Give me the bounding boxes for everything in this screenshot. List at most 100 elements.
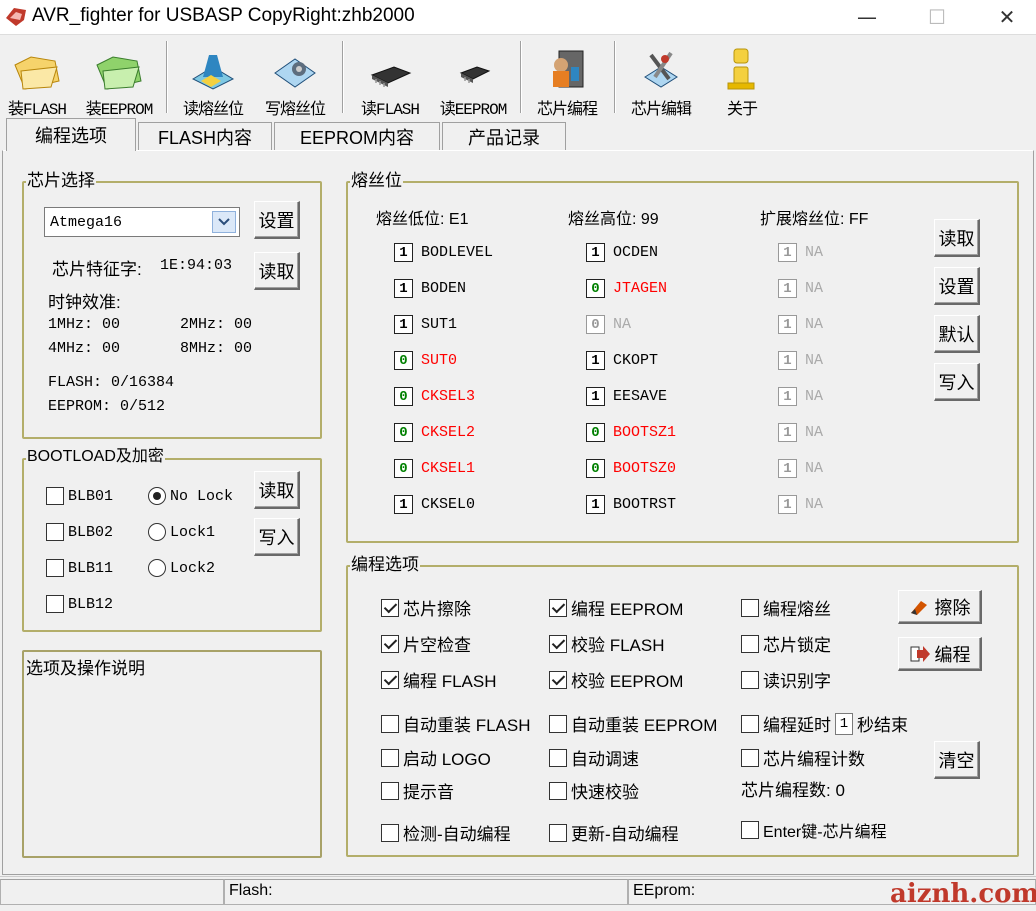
fuse-bit-value[interactable]: 1 [586, 387, 605, 406]
lock1-radio[interactable]: Lock1 [148, 523, 215, 541]
fuse-bit-value[interactable]: 1 [394, 495, 413, 514]
beep-checkbox[interactable]: 提示音 [381, 778, 454, 803]
fuse-bit-ext-0[interactable]: 1 NA [778, 243, 823, 262]
fuse-bit-ext-4[interactable]: 1 NA [778, 387, 823, 406]
fuse-bit-low-5[interactable]: 0 CKSEL2 [394, 423, 475, 442]
fuse-bit-value[interactable]: 1 [778, 495, 797, 514]
checkbox[interactable] [381, 598, 399, 617]
chip-read-button[interactable]: 读取 [254, 252, 300, 290]
lock-write-button[interactable]: 写入 [254, 518, 300, 556]
lock-read-button[interactable]: 读取 [254, 471, 300, 509]
fuse-bit-value[interactable]: 0 [394, 351, 413, 370]
no-lock-radio[interactable]: No Lock [148, 487, 233, 505]
blb01-checkbox[interactable]: BLB01 [46, 487, 113, 505]
fuse-read-button[interactable]: 读取 [934, 219, 980, 257]
enter-key-program-checkbox[interactable]: Enter键-芯片编程 [741, 818, 887, 842]
blb12-checkbox[interactable]: BLB12 [46, 595, 113, 613]
fuse-bit-ext-7[interactable]: 1 NA [778, 495, 823, 514]
load-eeprom-button[interactable]: 装EEPROM [78, 43, 160, 119]
minimize-button[interactable]: — [832, 0, 902, 34]
fuse-bit-low-6[interactable]: 0 CKSEL1 [394, 459, 475, 478]
fuse-bit-high-3[interactable]: 1 CKOPT [586, 351, 658, 370]
fuse-bit-value[interactable]: 1 [778, 351, 797, 370]
maximize-button[interactable]: ☐ [902, 0, 972, 34]
fuse-bit-value[interactable]: 1 [778, 279, 797, 298]
fuse-bit-high-2[interactable]: 0 NA [586, 315, 631, 334]
tab-program-options[interactable]: 编程选项 [6, 118, 136, 151]
update-auto-program-checkbox[interactable]: 更新-自动编程 [549, 820, 679, 845]
fuse-bit-value[interactable]: 1 [778, 315, 797, 334]
option-checkbox-col3-2[interactable]: 读识别字 [741, 667, 831, 692]
program-count-checkbox[interactable]: 芯片编程计数 [741, 745, 865, 770]
close-button[interactable]: ✕ [972, 0, 1036, 34]
fuse-bit-value[interactable]: 0 [586, 459, 605, 478]
blb11-checkbox[interactable]: BLB11 [46, 559, 113, 577]
fuse-bit-high-6[interactable]: 0 BOOTSZ0 [586, 459, 676, 478]
fuse-bit-low-3[interactable]: 0 SUT0 [394, 351, 457, 370]
checkbox[interactable] [741, 670, 759, 689]
option-checkbox-col1-2[interactable]: 编程 FLASH [381, 667, 497, 692]
fuse-bit-value[interactable]: 1 [778, 243, 797, 262]
option-checkbox-col2-2[interactable]: 校验 EEPROM [549, 667, 683, 692]
fuse-bit-low-4[interactable]: 0 CKSEL3 [394, 387, 475, 406]
chip-select-dropdown[interactable]: Atmega16 [44, 207, 240, 237]
auto-reload-eeprom-checkbox[interactable]: 自动重装 EEPROM [549, 711, 717, 736]
fuse-bit-value[interactable]: 1 [394, 243, 413, 262]
program-chip-button[interactable]: 芯片编程 [528, 43, 606, 119]
read-flash-button[interactable]: 读FLASH [352, 43, 428, 119]
blb02-checkbox[interactable]: BLB02 [46, 523, 113, 541]
fuse-bit-value[interactable]: 0 [394, 387, 413, 406]
fuse-bit-ext-1[interactable]: 1 NA [778, 279, 823, 298]
fuse-bit-low-0[interactable]: 1 BODLEVEL [394, 243, 493, 262]
option-checkbox-col1-1[interactable]: 片空检查 [381, 631, 471, 656]
option-checkbox-col3-0[interactable]: 编程熔丝 [741, 595, 831, 620]
option-checkbox-col2-1[interactable]: 校验 FLASH [549, 631, 665, 656]
fuse-set-button[interactable]: 设置 [934, 267, 980, 305]
start-logo-checkbox[interactable]: 启动 LOGO [381, 745, 491, 770]
about-button[interactable]: 关于 [712, 43, 772, 119]
fuse-bit-value[interactable]: 0 [394, 459, 413, 478]
fuse-bit-value[interactable]: 1 [778, 423, 797, 442]
write-fuse-button[interactable]: 写熔丝位 [256, 43, 334, 119]
checkbox[interactable] [381, 670, 399, 689]
chevron-down-icon[interactable] [212, 211, 236, 233]
fuse-bit-value[interactable]: 0 [586, 423, 605, 442]
delay-seconds-input[interactable]: 1 [835, 712, 853, 735]
checkbox[interactable] [549, 598, 567, 617]
fuse-bit-high-7[interactable]: 1 BOOTRST [586, 495, 676, 514]
fuse-bit-high-4[interactable]: 1 EESAVE [586, 387, 667, 406]
tab-product-record[interactable]: 产品记录 [442, 122, 566, 150]
option-checkbox-col3-1[interactable]: 芯片锁定 [741, 631, 831, 656]
option-checkbox-col2-0[interactable]: 编程 EEPROM [549, 595, 683, 620]
checkbox[interactable] [549, 634, 567, 653]
option-checkbox-col1-0[interactable]: 芯片擦除 [381, 595, 471, 620]
fuse-bit-value[interactable]: 0 [586, 315, 605, 334]
read-fuse-button[interactable]: 读熔丝位 [174, 43, 252, 119]
fast-verify-checkbox[interactable]: 快速校验 [549, 778, 639, 803]
fuse-bit-high-5[interactable]: 0 BOOTSZ1 [586, 423, 676, 442]
program-button[interactable]: 编程 [898, 637, 982, 671]
clear-count-button[interactable]: 清空 [934, 741, 980, 779]
checkbox[interactable] [549, 670, 567, 689]
edit-chip-button[interactable]: 芯片编辑 [622, 43, 700, 119]
checkbox[interactable] [741, 634, 759, 653]
auto-reload-flash-checkbox[interactable]: 自动重装 FLASH [381, 711, 531, 736]
fuse-bit-ext-6[interactable]: 1 NA [778, 459, 823, 478]
fuse-bit-ext-2[interactable]: 1 NA [778, 315, 823, 334]
tab-eeprom-content[interactable]: EEPROM内容 [274, 122, 440, 150]
read-eeprom-button[interactable]: 读EEPROM [432, 43, 514, 119]
auto-tune-checkbox[interactable]: 自动调速 [549, 745, 639, 770]
detect-auto-program-checkbox[interactable]: 检测-自动编程 [381, 820, 511, 845]
fuse-bit-low-7[interactable]: 1 CKSEL0 [394, 495, 475, 514]
fuse-bit-value[interactable]: 0 [394, 423, 413, 442]
fuse-bit-ext-3[interactable]: 1 NA [778, 351, 823, 370]
fuse-bit-value[interactable]: 1 [586, 495, 605, 514]
fuse-default-button[interactable]: 默认 [934, 315, 980, 353]
fuse-write-button[interactable]: 写入 [934, 363, 980, 401]
fuse-bit-value[interactable]: 1 [394, 315, 413, 334]
fuse-bit-value[interactable]: 1 [778, 459, 797, 478]
checkbox[interactable] [741, 598, 759, 617]
fuse-bit-value[interactable]: 1 [394, 279, 413, 298]
fuse-bit-value[interactable]: 1 [778, 387, 797, 406]
checkbox[interactable] [381, 634, 399, 653]
